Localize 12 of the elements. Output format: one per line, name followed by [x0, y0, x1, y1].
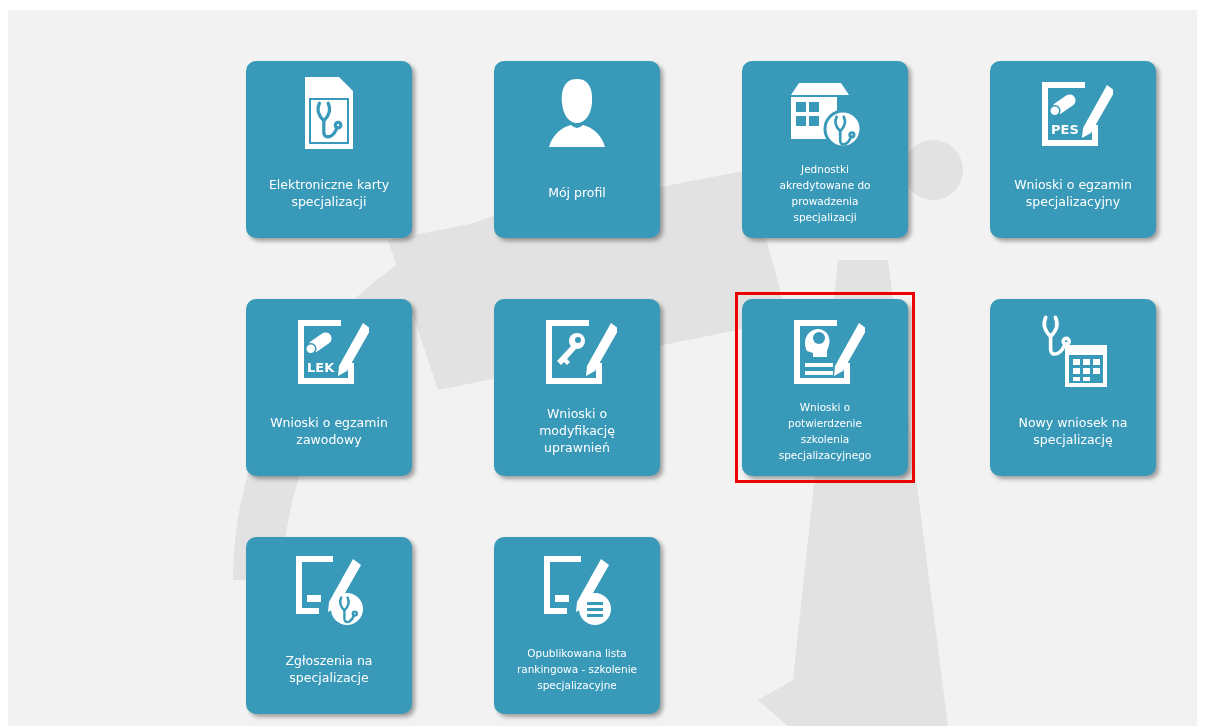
menu-tile[interactable]: Mój profil	[494, 61, 660, 238]
menu-tile[interactable]: LEK Wnioski o egzamin zawodowy	[246, 299, 412, 476]
menu-tile[interactable]: Nowy wniosek na specjalizację	[990, 299, 1156, 476]
menu-tile[interactable]: Opublikowana lista rankingowa - szkolenie specjalizacyjne	[494, 537, 660, 714]
menu-tile[interactable]: Jednostki akredytowane do prowadzenia specjalizacji	[742, 61, 908, 238]
menu-tile[interactable]: PES Wnioski o egzamin specjalizacyjny	[990, 61, 1156, 238]
menu-tile[interactable]: Wnioski o potwierdzenie szkolenia specjalizacyjnego	[742, 299, 908, 476]
icon-label: PES	[1051, 123, 1079, 136]
menu-tile[interactable]: Zgłoszenia na specjalizacje	[246, 537, 412, 714]
menu-tile[interactable]: Elektroniczne karty specjalizacji	[246, 61, 412, 238]
icon-label: LEK	[307, 361, 335, 374]
menu-tile[interactable]: Wnioski o modyfikację uprawnień	[494, 299, 660, 476]
